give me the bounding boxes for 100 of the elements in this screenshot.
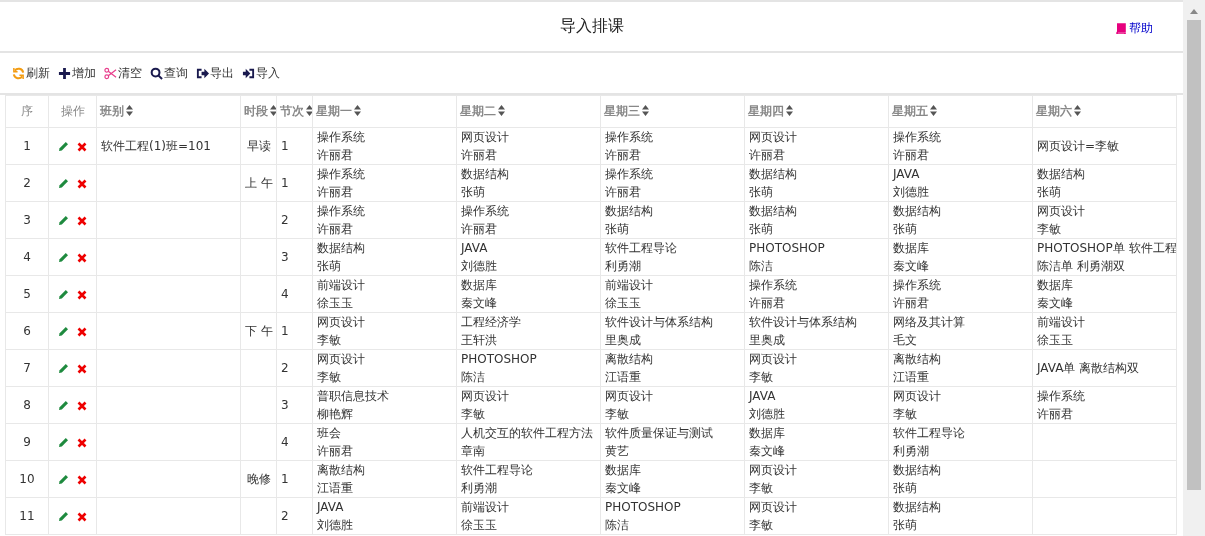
table-cell: 网页设计 李敏 [312, 349, 457, 387]
delete-icon[interactable] [77, 363, 87, 374]
table-cell: 网页设计 李敏 [1032, 201, 1177, 239]
edit-icon[interactable] [58, 178, 69, 189]
column-header[interactable]: 星期二 [456, 95, 601, 128]
import-icon [242, 66, 255, 80]
delete-icon[interactable] [77, 289, 87, 300]
table-cell: PHOTOSHOP单 软件工程 陈洁单 利勇潮双 [1032, 238, 1177, 276]
row-number: 6 [5, 312, 49, 350]
row-number: 1 [5, 127, 49, 165]
table-cell: JAVA单 离散结构双 [1032, 349, 1177, 387]
table-cell: 网页设计 李敏 [600, 386, 745, 424]
delete-icon[interactable] [77, 400, 87, 411]
delete-icon[interactable] [77, 437, 87, 448]
scrollbar[interactable] [1183, 0, 1205, 536]
edit-icon[interactable] [58, 215, 69, 226]
row-number: 2 [5, 164, 49, 202]
delete-icon[interactable] [77, 215, 87, 226]
table-cell: 晚修 [240, 460, 277, 498]
edit-icon[interactable] [58, 511, 69, 522]
edit-icon[interactable] [58, 474, 69, 485]
table-cell: 操作系统 许丽君 [888, 127, 1033, 165]
table-cell: 网页设计 许丽君 [456, 127, 601, 165]
table-cell: 2 [276, 201, 313, 239]
column-header[interactable]: 节次 [276, 95, 313, 128]
column-header[interactable]: 星期五 [888, 95, 1033, 128]
toolbar-button[interactable]: 导入 [240, 64, 282, 82]
sort-icon [930, 105, 937, 116]
column-header[interactable]: 班别 [96, 95, 241, 128]
search-icon [150, 66, 163, 80]
toolbar-button[interactable]: 清空 [102, 64, 144, 82]
delete-icon[interactable] [77, 474, 87, 485]
table-cell: 人机交互的软件工程方法 章南 [456, 423, 601, 461]
table-cell: 1 [276, 164, 313, 202]
table-cell: 3 [276, 238, 313, 276]
scroll-up-icon[interactable] [1189, 8, 1199, 14]
table-cell: 数据库 秦文峰 [744, 423, 889, 461]
table-cell: 软件工程导论 利勇潮 [600, 238, 745, 276]
edit-icon[interactable] [58, 289, 69, 300]
edit-icon[interactable] [58, 400, 69, 411]
table-cell: 操作系统 许丽君 [1032, 386, 1177, 424]
table-cell: 操作系统 许丽君 [600, 127, 745, 165]
column-header[interactable]: 星期四 [744, 95, 889, 128]
table-cell: 下 午 [240, 312, 277, 350]
table-cell: PHOTOSHOP 陈洁 [456, 349, 601, 387]
scissors-icon [104, 66, 117, 80]
table-cell: 2 [276, 497, 313, 535]
column-header[interactable]: 序 [5, 95, 49, 128]
table-cell: 数据结构 张萌 [600, 201, 745, 239]
column-header[interactable]: 星期一 [312, 95, 457, 128]
column-header[interactable]: 操作 [48, 95, 97, 128]
edit-icon[interactable] [58, 141, 69, 152]
table-cell: 数据结构 张萌 [888, 201, 1033, 239]
table-cell: 工程经济学 王轩洪 [456, 312, 601, 350]
table-cell: 早读 [240, 127, 277, 165]
table-cell: 班会 许丽君 [312, 423, 457, 461]
table-cell: 软件工程(1)班=101 [96, 127, 241, 165]
table-cell: 数据结构 张萌 [888, 460, 1033, 498]
export-icon [196, 66, 209, 80]
table-cell: 1 [276, 460, 313, 498]
edit-icon[interactable] [58, 252, 69, 263]
row-number: 10 [5, 460, 49, 498]
delete-icon[interactable] [77, 252, 87, 263]
table-cell: 前端设计 徐玉玉 [312, 275, 457, 313]
edit-icon[interactable] [58, 363, 69, 374]
table-cell: 3 [276, 386, 313, 424]
table-cell: 软件工程导论 利勇潮 [888, 423, 1033, 461]
table-cell: 网页设计 李敏 [744, 460, 889, 498]
delete-icon[interactable] [77, 511, 87, 522]
table-cell: 1 [276, 127, 313, 165]
table-cell: 网页设计 李敏 [312, 312, 457, 350]
table-cell: JAVA 刘德胜 [312, 497, 457, 535]
table-cell: 操作系统 许丽君 [312, 201, 457, 239]
delete-icon[interactable] [77, 178, 87, 189]
toolbar-button[interactable]: 刷新 [10, 64, 52, 82]
table-cell: 前端设计 徐玉玉 [456, 497, 601, 535]
table-cell: 离散结构 江语重 [600, 349, 745, 387]
help-link[interactable]: 帮助 [1115, 20, 1153, 37]
table-cell: 操作系统 许丽君 [600, 164, 745, 202]
table-cell: 软件工程导论 利勇潮 [456, 460, 601, 498]
table-cell: 数据结构 张萌 [744, 201, 889, 239]
edit-icon[interactable] [58, 326, 69, 337]
table-cell: 离散结构 江语重 [312, 460, 457, 498]
column-header[interactable]: 时段 [240, 95, 277, 128]
toolbar-button[interactable]: 查询 [148, 64, 190, 82]
toolbar-button[interactable]: 导出 [194, 64, 236, 82]
sort-icon [642, 105, 649, 116]
table-cell: 网页设计 李敏 [888, 386, 1033, 424]
delete-icon[interactable] [77, 141, 87, 152]
edit-icon[interactable] [58, 437, 69, 448]
delete-icon[interactable] [77, 326, 87, 337]
sort-icon [126, 105, 133, 116]
table-cell: 软件设计与体系结构 里奥成 [600, 312, 745, 350]
column-header[interactable]: 星期六 [1032, 95, 1177, 128]
table-cell: JAVA 刘德胜 [888, 164, 1033, 202]
column-header[interactable]: 星期三 [600, 95, 745, 128]
sort-icon [306, 105, 312, 116]
table-cell: JAVA 刘德胜 [744, 386, 889, 424]
toolbar-button[interactable]: 增加 [56, 64, 98, 82]
table-cell: 操作系统 许丽君 [312, 164, 457, 202]
